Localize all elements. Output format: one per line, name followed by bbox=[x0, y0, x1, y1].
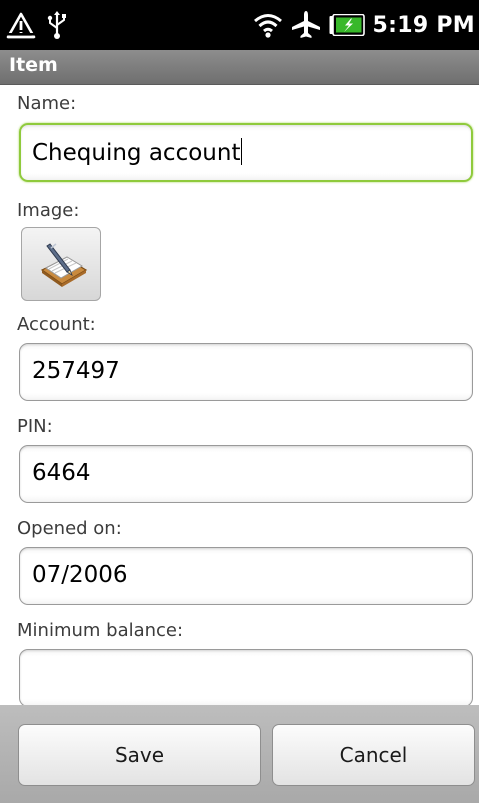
pin-field[interactable]: 6464 bbox=[19, 445, 473, 503]
title-bar: Item bbox=[0, 50, 479, 85]
image-picker-button[interactable] bbox=[21, 227, 101, 301]
status-bar: 5:19 PM bbox=[0, 0, 479, 50]
warning-icon bbox=[6, 11, 36, 39]
usb-icon bbox=[46, 10, 68, 40]
name-field[interactable]: Chequing account bbox=[19, 123, 473, 182]
pin-field-value: 6464 bbox=[32, 460, 91, 486]
item-form: Name: Chequing account Image: Account: 2… bbox=[0, 85, 479, 705]
status-right-icons: 5:19 PM bbox=[253, 8, 476, 42]
status-time: 5:19 PM bbox=[372, 12, 475, 38]
text-cursor bbox=[241, 138, 243, 165]
opened-on-field-value: 07/2006 bbox=[32, 562, 128, 588]
page-title: Item bbox=[9, 54, 58, 76]
battery-charging-icon bbox=[329, 14, 365, 36]
name-label: Name: bbox=[17, 93, 77, 114]
wifi-icon bbox=[253, 11, 283, 39]
pin-label: PIN: bbox=[17, 416, 53, 437]
opened-on-field[interactable]: 07/2006 bbox=[19, 547, 473, 605]
account-field[interactable]: 257497 bbox=[19, 343, 473, 401]
app-screen: 5:19 PM Item Name: Chequing account Imag… bbox=[0, 0, 479, 803]
minimum-balance-field[interactable] bbox=[19, 649, 473, 705]
opened-on-label: Opened on: bbox=[17, 518, 122, 539]
image-label: Image: bbox=[17, 200, 80, 221]
save-button[interactable]: Save bbox=[18, 724, 261, 786]
name-field-value: Chequing account bbox=[32, 138, 243, 166]
status-left-icons bbox=[6, 8, 68, 42]
cancel-button[interactable]: Cancel bbox=[272, 724, 475, 786]
airplane-icon bbox=[291, 10, 321, 40]
account-field-value: 257497 bbox=[32, 358, 120, 384]
minimum-balance-label: Minimum balance: bbox=[17, 620, 184, 641]
account-label: Account: bbox=[17, 314, 96, 335]
bottom-action-bar: Save Cancel bbox=[0, 705, 479, 803]
